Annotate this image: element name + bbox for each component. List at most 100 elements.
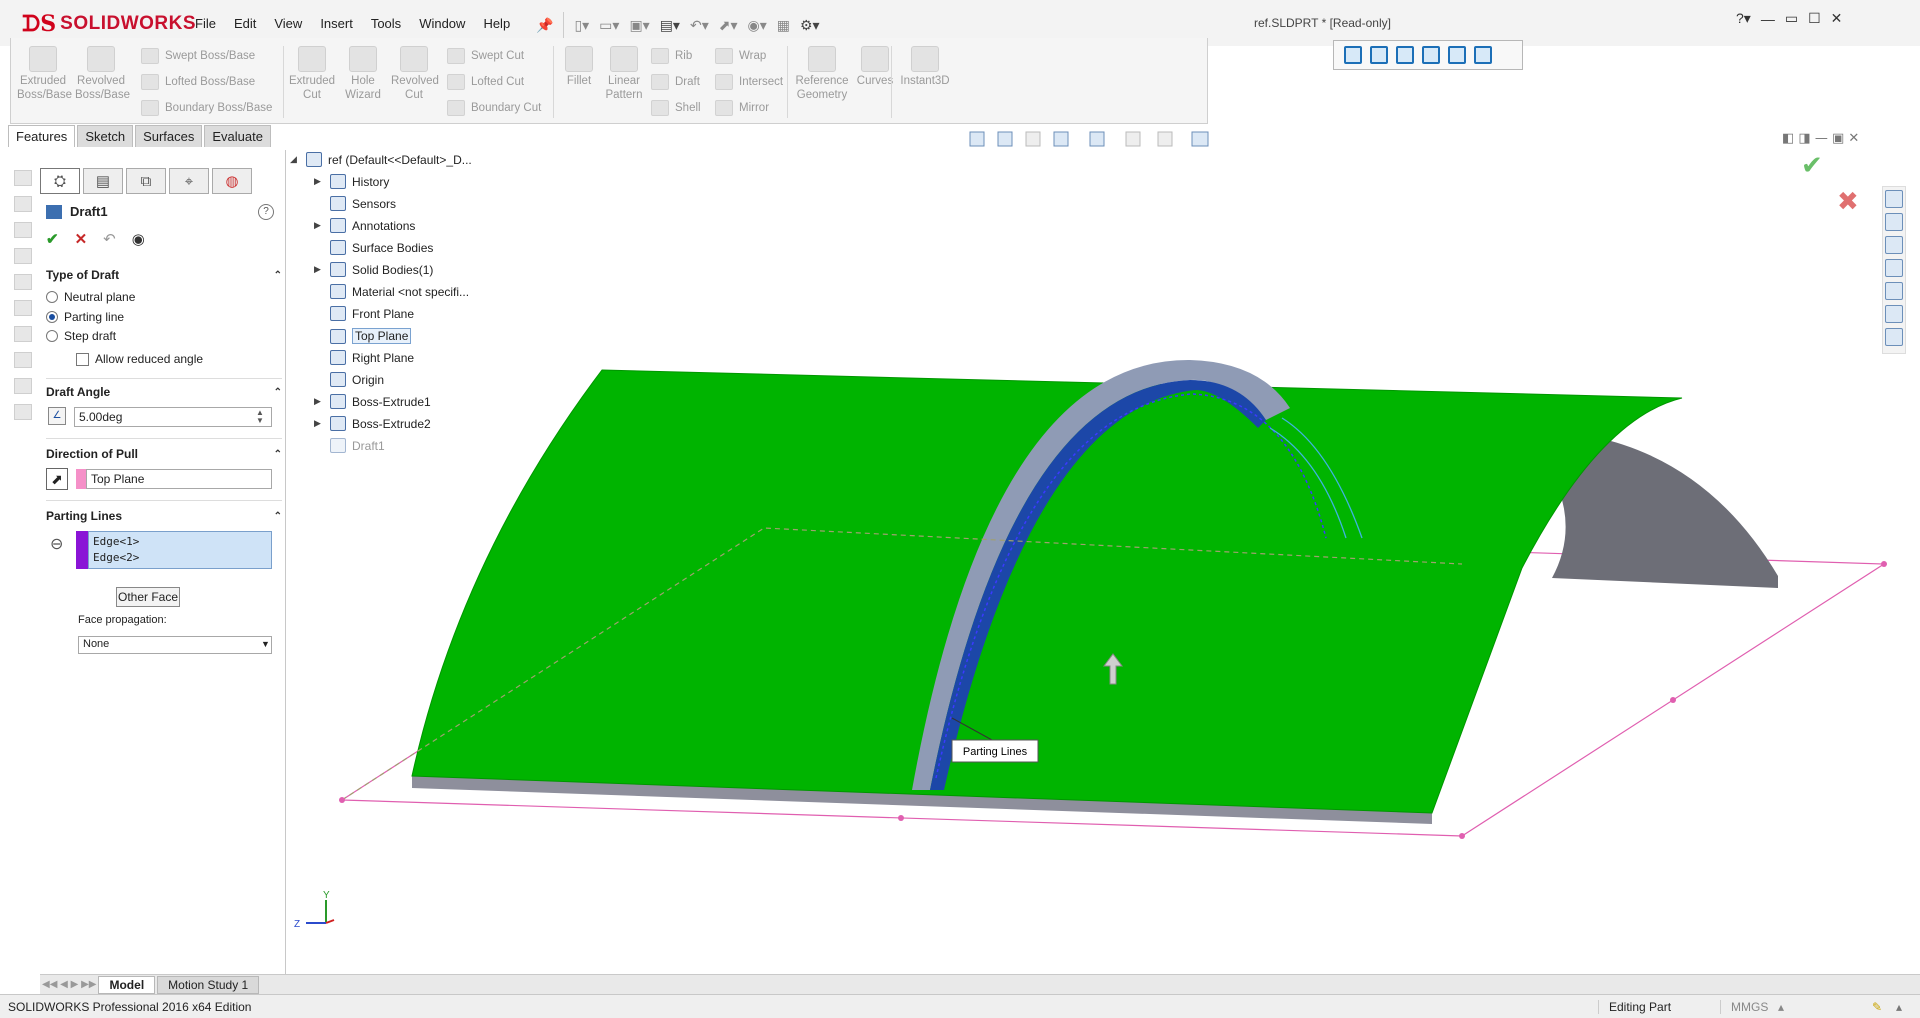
tree-item-draft1[interactable]: Draft1 xyxy=(314,438,385,453)
collapse-icon[interactable]: ⌃ xyxy=(274,270,282,281)
linear-pattern-button[interactable]: Linear Pattern xyxy=(603,46,645,102)
feature-manager-tab[interactable]: ⛭ xyxy=(40,168,80,194)
menu-view[interactable]: View xyxy=(265,14,311,33)
chevron-down-icon[interactable]: ▼ xyxy=(261,639,270,649)
tree-item-solid-bodies[interactable]: ▶ Solid Bodies(1) xyxy=(314,262,433,277)
radio-button[interactable] xyxy=(46,330,58,342)
display-manager-tab[interactable]: ◍ xyxy=(212,168,252,194)
tree-item-right-plane[interactable]: Right Plane xyxy=(314,350,414,365)
previous-view-icon[interactable] xyxy=(1025,131,1041,147)
expand-icon[interactable]: ▶ xyxy=(314,396,324,407)
expand-icon[interactable]: ▶ xyxy=(314,176,324,187)
direction-of-pull-header[interactable]: Direction of Pull ⌃ xyxy=(46,444,282,464)
reference-geometry-button[interactable]: Reference Geometry xyxy=(793,46,851,102)
parting-lines-list[interactable]: Edge<1> Edge<2> xyxy=(88,531,272,569)
edge-item[interactable]: Edge<2> xyxy=(93,550,267,566)
rebuild-icon[interactable]: ◉▾ xyxy=(748,17,767,34)
plane-handle[interactable] xyxy=(898,815,904,821)
feature-icon[interactable] xyxy=(14,326,32,342)
chevron-up-icon[interactable]: ▴ xyxy=(1778,1000,1784,1014)
collapse-icon[interactable]: ⌃ xyxy=(274,511,282,522)
instant3d-button[interactable]: Instant3D xyxy=(897,46,953,88)
plane-handle[interactable] xyxy=(1459,833,1465,839)
solidworks-logo[interactable]: ᗪS SOLIDWORKS xyxy=(22,8,196,40)
options-gear-icon[interactable]: ⚙▾ xyxy=(800,17,820,34)
view-orientation-icon[interactable] xyxy=(1089,131,1105,147)
edge-item[interactable]: Edge<1> xyxy=(93,534,267,550)
allow-reduced-angle-checkbox[interactable]: Allow reduced angle xyxy=(76,352,203,366)
menu-tools[interactable]: Tools xyxy=(362,14,410,33)
custom-properties-icon[interactable] xyxy=(1885,305,1903,323)
tree-item-boss-extrude1[interactable]: ▶ Boss-Extrude1 xyxy=(314,394,431,409)
pin-icon[interactable]: 📌 xyxy=(536,17,553,34)
revolved-boss-button[interactable]: Revolved Boss/Base xyxy=(75,46,130,102)
extruded-boss-button[interactable]: Extruded Boss/Base xyxy=(17,46,72,102)
file-properties-icon[interactable]: ▦ xyxy=(777,17,790,34)
file-explorer-icon[interactable] xyxy=(1885,236,1903,254)
boundary-boss-button[interactable]: Boundary Boss/Base xyxy=(141,100,272,116)
radio-button[interactable] xyxy=(46,311,58,323)
tab-model[interactable]: Model xyxy=(98,975,156,994)
design-library-icon[interactable] xyxy=(1885,213,1903,231)
collapse-icon[interactable]: ⌃ xyxy=(274,387,282,398)
dimxpert-manager-tab[interactable]: ⌖ xyxy=(169,168,209,194)
tree-item-top-plane[interactable]: Top Plane xyxy=(314,328,412,344)
isometric-view-icon[interactable] xyxy=(1448,46,1466,64)
parting-lines-header[interactable]: Parting Lines ⌃ xyxy=(46,506,282,526)
maximize-icon[interactable]: ☐ xyxy=(1808,10,1821,27)
plane-handle[interactable] xyxy=(1881,561,1887,567)
cancel-x-icon[interactable]: ✕ xyxy=(75,230,88,248)
property-manager-tab[interactable]: ▤ xyxy=(83,168,123,194)
direction-of-pull-field[interactable]: Top Plane xyxy=(86,469,272,489)
four-view-icon[interactable] xyxy=(1474,46,1492,64)
tab-sketch[interactable]: Sketch xyxy=(77,125,134,147)
help-question-icon[interactable]: ? xyxy=(258,204,274,220)
tree-item-annotations[interactable]: ▶ Annotations xyxy=(314,218,415,233)
front-view-icon[interactable] xyxy=(1370,46,1388,64)
undo-icon[interactable]: ↶▾ xyxy=(690,17,709,34)
collapse-icon[interactable]: ⌃ xyxy=(274,449,282,460)
status-menu-icon[interactable]: ▴ xyxy=(1896,1000,1902,1014)
revolved-cut-button[interactable]: Revolved Cut xyxy=(391,46,439,102)
tree-item-boss-extrude2[interactable]: ▶ Boss-Extrude2 xyxy=(314,416,431,431)
hide-show-icon[interactable] xyxy=(1157,131,1173,147)
back-view-icon[interactable] xyxy=(1396,46,1414,64)
confirm-check-icon[interactable]: ✔ xyxy=(1801,151,1823,181)
feature-icon[interactable] xyxy=(14,404,32,420)
feature-icon[interactable] xyxy=(14,248,32,264)
feature-icon[interactable] xyxy=(14,196,32,212)
hole-wizard-button[interactable]: Hole Wizard xyxy=(341,46,385,102)
view-palette-icon[interactable] xyxy=(1885,259,1903,277)
fillet-button[interactable]: Fillet xyxy=(559,46,599,88)
lofted-cut-button[interactable]: Lofted Cut xyxy=(447,74,524,90)
other-face-button[interactable]: Other Face xyxy=(116,587,180,607)
home-icon[interactable] xyxy=(1885,190,1903,208)
graphics-viewport[interactable]: Parting Lines Y Z ✔ ✖ ◧ ◨ — ▣ ✕ xyxy=(290,128,1900,974)
normal-to-icon[interactable] xyxy=(1344,46,1362,64)
confirm-cancel-icon[interactable]: ✖ xyxy=(1837,187,1859,217)
tree-item-sensors[interactable]: Sensors xyxy=(314,196,396,211)
tree-item-history[interactable]: ▶ History xyxy=(314,174,389,189)
expand-icon[interactable]: ◢ xyxy=(290,154,300,165)
tree-item-origin[interactable]: Origin xyxy=(314,372,384,387)
appearances-icon[interactable] xyxy=(1885,282,1903,300)
draft-angle-header[interactable]: Draft Angle ⌃ xyxy=(46,382,282,402)
viewport-window-icons[interactable]: ◧ ◨ — ▣ ✕ xyxy=(1782,131,1859,146)
spin-arrows-icon[interactable]: ▲ ▼ xyxy=(256,409,264,425)
wrap-button[interactable]: Wrap xyxy=(715,48,766,64)
tab-surfaces[interactable]: Surfaces xyxy=(135,125,203,147)
feature-icon[interactable] xyxy=(14,274,32,290)
open-icon[interactable]: ▭▾ xyxy=(599,17,619,34)
configuration-manager-tab[interactable]: ⧉ xyxy=(126,168,166,194)
tree-item-surface-bodies[interactable]: Surface Bodies xyxy=(314,240,433,255)
tab-scroll-arrows-icon[interactable]: ◀◀ ◀ ▶ ▶▶ xyxy=(42,979,96,990)
zoom-area-icon[interactable] xyxy=(997,131,1013,147)
lofted-boss-button[interactable]: Lofted Boss/Base xyxy=(141,74,255,90)
feature-icon[interactable] xyxy=(14,352,32,368)
step-draft-option[interactable]: Step draft xyxy=(46,329,116,343)
ok-check-icon[interactable]: ✔ xyxy=(46,230,59,248)
tab-motion-study[interactable]: Motion Study 1 xyxy=(157,975,260,994)
menu-file[interactable]: File xyxy=(186,14,225,33)
parting-line-option[interactable]: Parting line xyxy=(46,310,124,324)
feature-icon[interactable] xyxy=(14,378,32,394)
